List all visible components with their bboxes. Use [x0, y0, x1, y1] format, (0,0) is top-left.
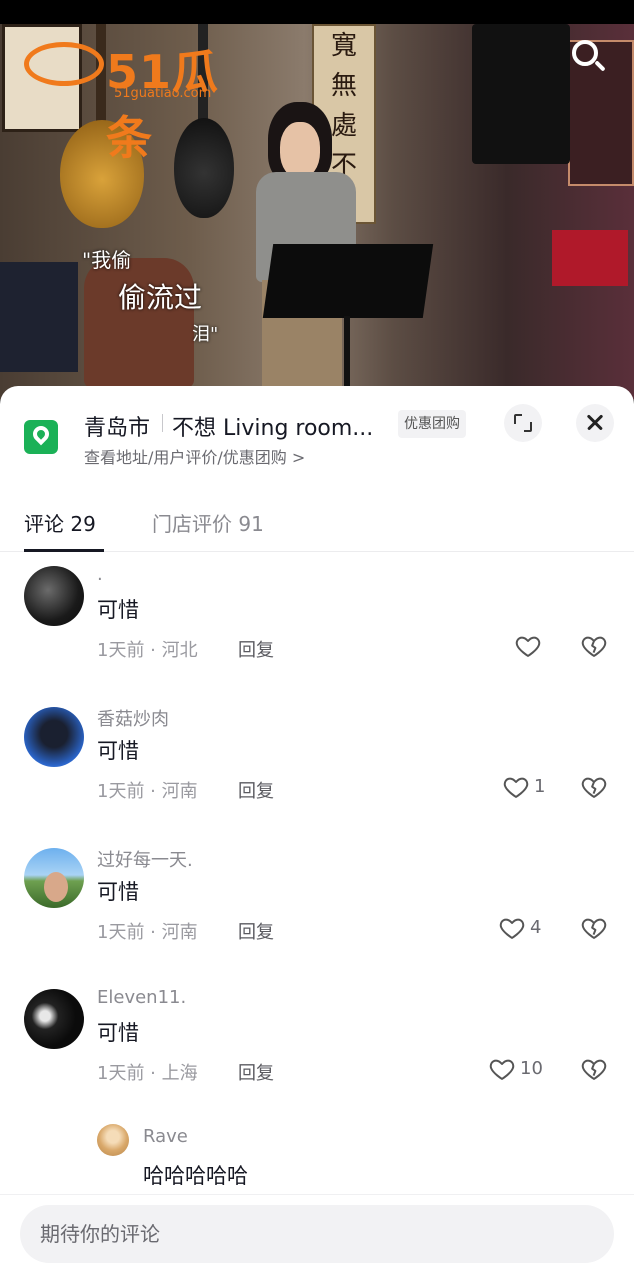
reply-button[interactable]: 回复	[238, 636, 274, 662]
speaker	[472, 24, 570, 164]
like-count: 1	[534, 776, 546, 797]
avatar[interactable]	[24, 566, 84, 626]
lyric-line: 偷流过	[118, 281, 203, 314]
comment-meta: 1天前 · 上海	[97, 1063, 198, 1084]
search-icon-handle	[594, 60, 606, 72]
reply-item: Rave 哈哈哈哈哈	[0, 1116, 634, 1206]
reply-button[interactable]: 回复	[238, 1059, 274, 1085]
poi-name[interactable]: 不想 Living room...	[172, 410, 373, 442]
broken-heart-icon[interactable]	[580, 1055, 608, 1083]
tab-comments[interactable]: 评论 29	[24, 508, 96, 537]
comment-item: . 可惜 1天前 · 河北 回复	[0, 552, 634, 693]
search-button[interactable]	[566, 34, 610, 78]
heart-icon	[515, 636, 541, 657]
like-count: 4	[530, 917, 542, 938]
logo-brand: 51瓜条	[106, 45, 220, 165]
lyric-line: 泪"	[192, 324, 219, 345]
broken-heart-icon[interactable]	[580, 632, 608, 660]
reply-text: 哈哈哈哈哈	[143, 1164, 248, 1188]
comment-meta: 1天前 · 河南	[97, 922, 198, 943]
comment-username[interactable]: 过好每一天.	[97, 846, 193, 872]
lyric-line: "我偷	[82, 248, 132, 272]
avatar[interactable]	[97, 1124, 129, 1156]
poi-header[interactable]: 青岛市 不想 Living room... 优惠团购 查看地址/用户评价/优惠团…	[0, 386, 634, 482]
comment-input[interactable]	[20, 1205, 614, 1263]
reply-username[interactable]: Rave	[143, 1126, 188, 1147]
poi-city: 青岛市	[84, 416, 151, 441]
comment-sheet: 青岛市 不想 Living room... 优惠团购 查看地址/用户评价/优惠团…	[0, 386, 634, 1280]
comment-username[interactable]: .	[97, 564, 103, 585]
sign-char: 無	[330, 71, 357, 101]
poi-subtitle-link[interactable]: 查看地址/用户评价/优惠团购 >	[84, 444, 305, 468]
comment-item: Eleven11. 可惜 1天前 · 上海 回复 10	[0, 975, 634, 1116]
comment-input-bar	[0, 1194, 634, 1280]
sign-char: 寬	[330, 31, 357, 61]
avatar[interactable]	[24, 848, 84, 908]
comment-meta: 1天前 · 河南	[97, 781, 198, 802]
comment-text: 可惜	[97, 739, 139, 763]
tab-bar: 评论 29 门店评价 91	[0, 498, 634, 552]
mixing-console	[0, 262, 78, 372]
logo-mark-icon	[24, 42, 104, 86]
singer-face	[280, 122, 320, 178]
like-count: 10	[520, 1058, 543, 1079]
comment-text: 可惜	[97, 880, 139, 904]
comment-text: 可惜	[97, 598, 139, 622]
video-player[interactable]: 寬 無 處 不 51瓜条 51guatiao.com "我偷 偷流过 泪"	[0, 0, 634, 400]
heart-icon	[489, 1059, 515, 1080]
red-gift-box	[552, 230, 628, 286]
music-stand	[262, 244, 434, 318]
tab-store-reviews[interactable]: 门店评价 91	[152, 508, 264, 537]
broken-heart-icon[interactable]	[580, 914, 608, 942]
logo-url: 51guatiao.com	[114, 86, 212, 101]
close-button[interactable]	[576, 404, 614, 442]
comment-username[interactable]: 香菇炒肉	[97, 705, 169, 731]
comment-meta: 1天前 · 河北	[97, 640, 198, 661]
divider	[162, 414, 163, 432]
comment-username[interactable]: Eleven11.	[97, 987, 186, 1008]
heart-icon	[499, 918, 525, 939]
reply-button[interactable]: 回复	[238, 918, 274, 944]
avatar[interactable]	[24, 707, 84, 767]
watermark-logo: 51瓜条 51guatiao.com	[24, 36, 254, 165]
expand-button[interactable]	[504, 404, 542, 442]
reply-button[interactable]: 回复	[238, 777, 274, 803]
location-pin-icon	[24, 420, 58, 454]
comment-item: 香菇炒肉 可惜 1天前 · 河南 回复 1	[0, 693, 634, 834]
comment-item: 过好每一天. 可惜 1天前 · 河南 回复 4	[0, 834, 634, 975]
avatar[interactable]	[24, 989, 84, 1049]
heart-icon	[503, 777, 529, 798]
comment-text: 可惜	[97, 1021, 139, 1045]
broken-heart-icon[interactable]	[580, 773, 608, 801]
status-bar	[0, 0, 634, 24]
group-deal-badge[interactable]: 优惠团购	[398, 410, 466, 438]
